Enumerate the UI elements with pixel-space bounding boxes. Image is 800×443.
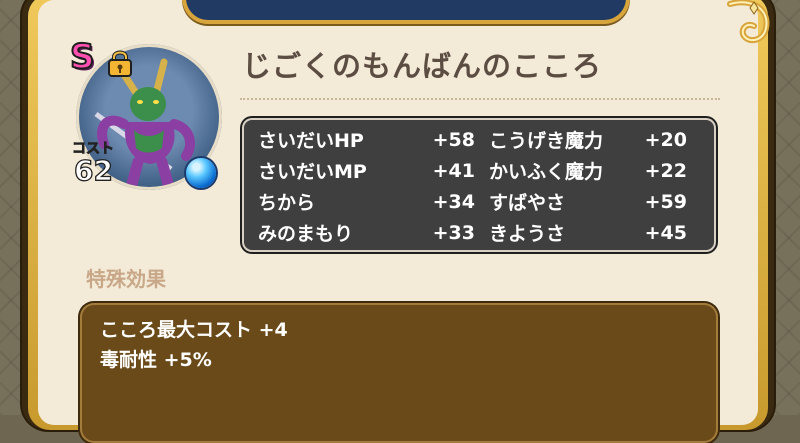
stat-value: +45 <box>644 221 687 244</box>
stat-label: みのまもり <box>258 223 354 245</box>
stat-label: こうげき魔力 <box>489 130 604 152</box>
stat-value: +33 <box>432 221 475 244</box>
cost-value: 62 <box>73 153 113 187</box>
stats-grid: さいだいHP +58 こうげき魔力 +20 さいだいMP +41 かいふく魔力 … <box>258 124 687 248</box>
stat-label: かいふく魔力 <box>489 161 604 183</box>
kokoro-name: じごくのもんばんのこころ <box>242 49 603 83</box>
rank-badge: S <box>69 37 95 77</box>
divider <box>240 98 720 100</box>
blue-orb-icon <box>186 158 216 188</box>
stat-value: +58 <box>432 128 475 151</box>
special-effects-heading: 特殊効果 <box>86 267 166 291</box>
lock-icon[interactable] <box>107 48 133 78</box>
special-effect-line: 毒耐性 +5% <box>100 349 212 371</box>
top-banner <box>182 0 630 24</box>
stat-label: さいだいHP <box>258 130 364 152</box>
special-effect-line: こころ最大コスト +4 <box>100 319 288 341</box>
corner-ornament-icon <box>727 0 770 44</box>
stat-value: +22 <box>644 159 687 182</box>
monster-portrait[interactable]: S コスト 62 <box>69 37 222 192</box>
special-effects-box: こころ最大コスト +4 毒耐性 +5% <box>80 303 718 443</box>
stats-panel: さいだいHP +58 こうげき魔力 +20 さいだいMP +41 かいふく魔力 … <box>242 118 716 252</box>
stat-label: きようさ <box>489 223 566 245</box>
stat-value: +34 <box>432 190 475 213</box>
stat-value: +20 <box>644 128 687 151</box>
stat-label: さいだいMP <box>258 161 367 183</box>
stat-label: すばやさ <box>489 192 566 214</box>
stat-value: +41 <box>432 159 475 182</box>
stat-value: +59 <box>644 190 687 213</box>
stat-label: ちから <box>258 192 316 214</box>
